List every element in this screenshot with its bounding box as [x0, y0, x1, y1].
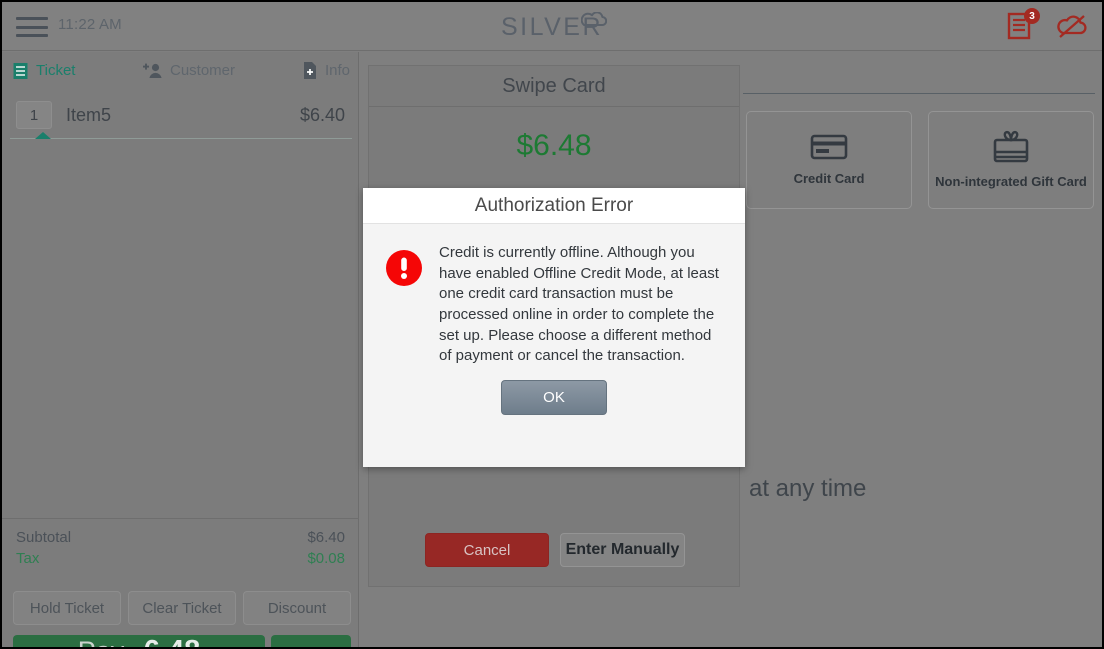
dialog-body: Credit is currently offline. Although yo… [363, 224, 745, 367]
dialog-title: Authorization Error [363, 188, 745, 224]
dialog-footer: OK [363, 380, 745, 416]
authorization-error-dialog: Authorization Error Credit is currently … [363, 188, 745, 467]
ok-button[interactable]: OK [501, 380, 607, 416]
pos-application-window: 11:22 AM SILVER 3 Ticket Customer Info 1… [0, 0, 1104, 649]
error-exclamation-icon [385, 243, 423, 367]
dialog-message: Credit is currently offline. Although yo… [439, 244, 719, 365]
